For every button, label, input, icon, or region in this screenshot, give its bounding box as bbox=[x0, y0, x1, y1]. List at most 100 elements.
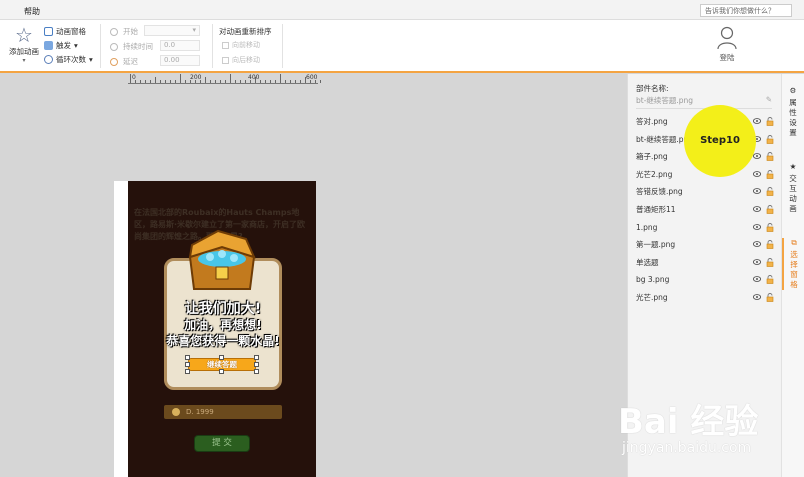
eye-icon[interactable] bbox=[753, 294, 761, 300]
lock-icon[interactable] bbox=[766, 134, 774, 144]
lock-icon[interactable] bbox=[766, 275, 774, 285]
eye-icon[interactable] bbox=[753, 118, 761, 124]
ruler-tick bbox=[150, 80, 151, 83]
delay-label: 延迟 bbox=[123, 57, 138, 66]
submit-button[interactable]: 提 交 bbox=[194, 435, 250, 452]
eye-icon[interactable] bbox=[753, 170, 761, 177]
star-icon: ★ bbox=[789, 162, 797, 171]
resize-handle[interactable] bbox=[254, 362, 259, 367]
ruler-tick bbox=[295, 80, 296, 83]
pencil-icon[interactable]: ✎ bbox=[766, 95, 772, 104]
layer-row[interactable]: 答错反馈.png bbox=[636, 184, 776, 200]
add-animation-button[interactable]: ☆ 添加动画 ▾ bbox=[8, 24, 40, 68]
chevron-down-icon: ▾ bbox=[74, 41, 78, 50]
lock-icon[interactable] bbox=[766, 222, 774, 232]
menu-help[interactable]: 帮助 bbox=[24, 6, 40, 17]
loop-count-label: 循环次数 bbox=[56, 55, 86, 64]
layer-row[interactable]: 普通矩形11 bbox=[636, 202, 776, 218]
tell-me-search-input[interactable]: 告诉我们你想做什么？ bbox=[700, 4, 792, 17]
layer-row[interactable]: 第一题.png bbox=[636, 237, 776, 253]
ruler-tick bbox=[225, 80, 226, 83]
layer-row[interactable]: 1.png bbox=[636, 220, 776, 236]
lock-icon[interactable] bbox=[766, 187, 774, 197]
ruler-tick bbox=[230, 74, 231, 83]
layer-row[interactable]: 光芒.png bbox=[636, 290, 776, 306]
move-later-label: 向后移动 bbox=[232, 56, 260, 64]
resize-handle[interactable] bbox=[185, 369, 190, 374]
eye-icon[interactable] bbox=[753, 153, 761, 160]
ruler-tick bbox=[155, 77, 156, 83]
ruler-label: 0 bbox=[132, 74, 136, 81]
lock-icon[interactable] bbox=[766, 117, 774, 126]
delay-input[interactable]: 0.00 bbox=[160, 55, 200, 66]
resize-handle[interactable] bbox=[254, 369, 259, 374]
lock-icon[interactable] bbox=[766, 169, 774, 179]
layers-icon: ⧉ bbox=[791, 238, 797, 247]
horizontal-ruler: 0 200 400 600 bbox=[128, 74, 321, 84]
eye-icon[interactable] bbox=[753, 223, 761, 230]
lock-icon[interactable] bbox=[766, 293, 774, 302]
ruler-tick bbox=[245, 80, 246, 83]
start-timing: 开始 bbox=[110, 26, 138, 37]
eye-icon[interactable] bbox=[753, 258, 761, 265]
ruler-tick bbox=[220, 80, 221, 83]
start-select[interactable]: ▾ bbox=[144, 25, 200, 36]
loop-icon bbox=[44, 55, 53, 64]
popup-line-3: 恭喜您获得一颗水晶! bbox=[166, 334, 280, 348]
resize-handle[interactable] bbox=[219, 369, 224, 374]
ruler-tick bbox=[290, 80, 291, 83]
resize-handle[interactable] bbox=[219, 355, 224, 360]
animation-pane-label: 动画窗格 bbox=[56, 27, 86, 36]
group-divider bbox=[212, 24, 213, 68]
login-button[interactable]: 登陆 bbox=[710, 26, 744, 63]
lock-icon[interactable] bbox=[766, 205, 774, 214]
popup-line-1: 让我们加大! bbox=[184, 301, 262, 317]
step-badge: Step10 bbox=[684, 105, 756, 177]
layer-name: 普通矩形11 bbox=[636, 205, 676, 214]
eye-icon[interactable] bbox=[753, 241, 761, 248]
layer-name: 第一题.png bbox=[636, 240, 676, 250]
tab-selection[interactable]: ⧉ 选择窗格 bbox=[782, 238, 804, 290]
baidu-watermark: Bai 经验 jingyan.baidu.com bbox=[618, 392, 788, 462]
lock-icon[interactable] bbox=[766, 240, 774, 249]
lock-icon[interactable] bbox=[766, 152, 774, 161]
pane-icon bbox=[44, 27, 53, 36]
star-icon: ☆ bbox=[15, 23, 33, 47]
ruler-label: 200 bbox=[190, 74, 202, 81]
resize-handle[interactable] bbox=[254, 355, 259, 360]
lock-icon[interactable] bbox=[766, 257, 774, 267]
ruler-tick bbox=[275, 80, 276, 83]
add-animation-label: 添加动画 bbox=[9, 47, 39, 56]
chevron-down-icon: ▾ bbox=[22, 57, 26, 64]
loop-count-button[interactable]: 循环次数 ▾ bbox=[44, 54, 93, 65]
ruler-tick bbox=[260, 80, 261, 83]
move-later-button[interactable]: 向后移动 bbox=[222, 55, 260, 65]
clock-icon bbox=[110, 27, 118, 36]
layer-row[interactable]: 单选题 bbox=[636, 255, 776, 271]
resize-handle[interactable] bbox=[185, 355, 190, 360]
ruler-tick bbox=[140, 80, 141, 83]
tab-interaction[interactable]: ★ 交互动画 bbox=[782, 162, 804, 214]
phone-preview: 在法国北部的Roubaix的Hauts Champs地区，路易斯·米歇尔建立了第… bbox=[128, 181, 316, 477]
ruler-tick bbox=[215, 80, 216, 83]
resize-handle[interactable] bbox=[185, 362, 190, 367]
layer-row[interactable]: bg 3.png bbox=[636, 272, 776, 288]
trigger-button[interactable]: 触发 ▾ bbox=[44, 40, 78, 51]
layer-name: 答对.png bbox=[636, 117, 668, 126]
eye-icon[interactable] bbox=[753, 206, 761, 212]
component-name-title: 部件名称: bbox=[636, 84, 669, 93]
move-earlier-label: 向前移动 bbox=[232, 41, 260, 49]
ruler-tick bbox=[165, 80, 166, 83]
component-name-field[interactable]: bt-继续答题.png ✎ bbox=[636, 95, 772, 109]
duration-input[interactable]: 0.0 bbox=[160, 40, 200, 51]
ruler-tick bbox=[265, 80, 266, 83]
login-label: 登陆 bbox=[719, 53, 735, 62]
ruler-tick bbox=[180, 74, 181, 83]
tab-properties[interactable]: ⚙ 属性设置 bbox=[782, 86, 804, 138]
option-d[interactable]: D. 1999 bbox=[164, 405, 282, 419]
duration-timing: 持续时间 bbox=[110, 41, 153, 52]
eye-icon[interactable] bbox=[753, 276, 761, 283]
move-earlier-button[interactable]: 向前移动 bbox=[222, 40, 260, 50]
animation-pane-button[interactable]: 动画窗格 bbox=[44, 26, 86, 37]
eye-icon[interactable] bbox=[753, 188, 761, 195]
